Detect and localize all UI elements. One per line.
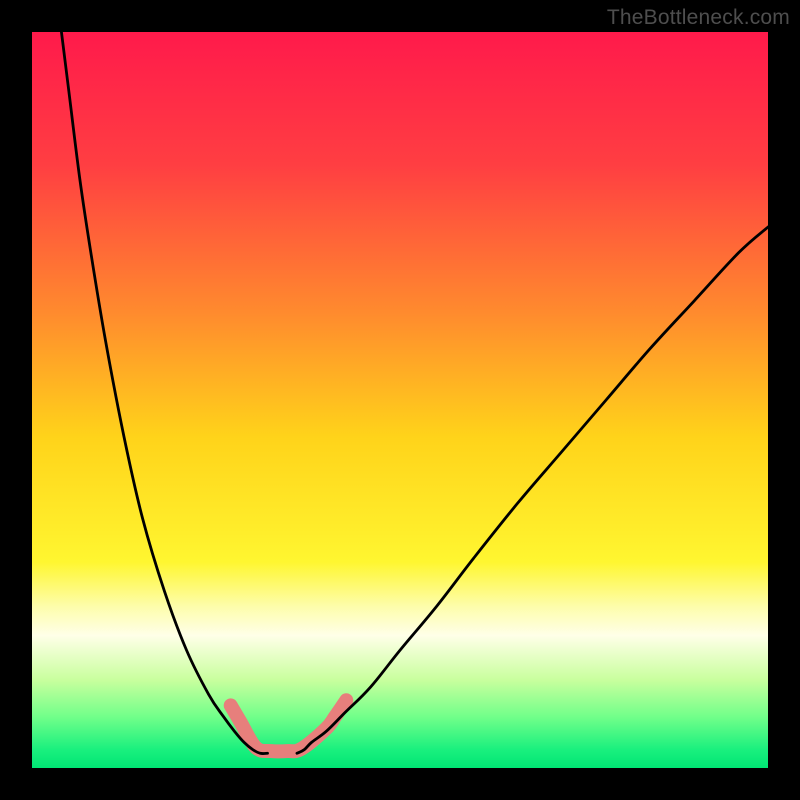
gradient-background [32, 32, 768, 768]
chart-svg [32, 32, 768, 768]
plot-area [32, 32, 768, 768]
chart-frame: TheBottleneck.com [0, 0, 800, 800]
watermark-text: TheBottleneck.com [607, 6, 790, 30]
